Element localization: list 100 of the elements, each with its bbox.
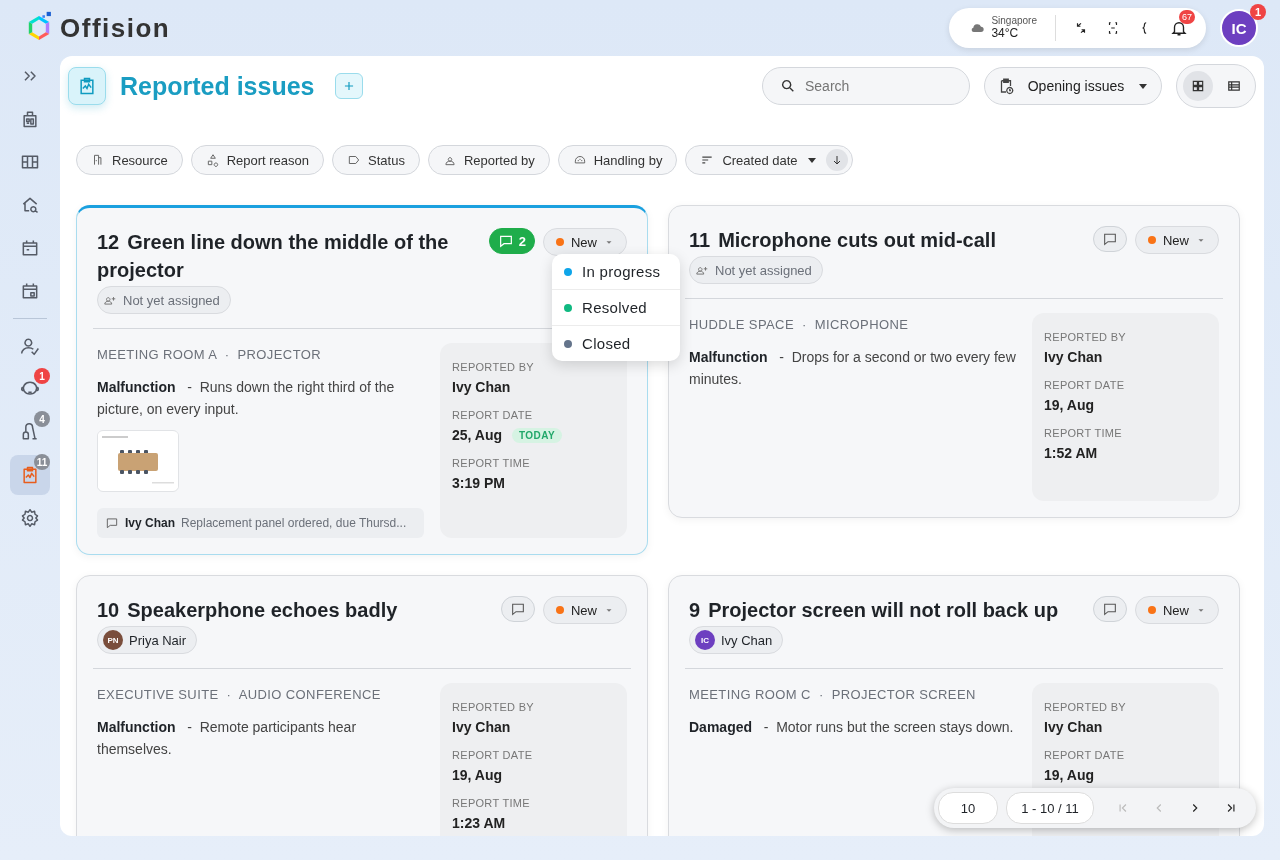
issue-description: Damaged - Motor runs but the screen stays down. xyxy=(689,718,1015,737)
status-dot xyxy=(1148,236,1156,244)
headset-icon xyxy=(572,153,587,167)
filter-chip[interactable]: Report reason xyxy=(190,145,325,175)
info-value: 1:52 AM xyxy=(1044,445,1098,461)
calendar-icon xyxy=(20,238,40,258)
info-label: REPORT DATE xyxy=(1044,749,1125,761)
bell-icon[interactable] xyxy=(1170,19,1188,37)
comment-text: Replacement panel ordered, due Thursd... xyxy=(181,516,407,530)
page-size-field[interactable]: 10 xyxy=(938,792,998,824)
assignee-chip[interactable]: IC Ivy Chan xyxy=(689,626,784,654)
clipboard-chart-icon xyxy=(68,67,106,105)
vacuum-icon xyxy=(20,422,40,442)
status-dropdown[interactable]: New xyxy=(543,596,627,624)
info-label: REPORTED BY xyxy=(452,701,534,713)
board-icon xyxy=(20,152,40,172)
status-dot xyxy=(556,238,564,246)
count-badge: 4 xyxy=(34,411,50,427)
status-dot xyxy=(1148,606,1156,614)
issue-description: Malfunction - Runs down the right third of the picture, on every input. xyxy=(97,378,396,419)
door-icon xyxy=(91,153,105,167)
issue-title: 11 Microphone cuts out mid-call xyxy=(689,228,996,253)
info-label: REPORT DATE xyxy=(452,749,533,761)
info-label: REPORTED BY xyxy=(1044,701,1126,713)
assignee-name: Not yet assigned xyxy=(123,292,220,308)
person-avatar: PN xyxy=(103,630,123,650)
clipboard-chart-icon xyxy=(20,465,40,485)
info-value: 19, Aug xyxy=(1044,767,1095,783)
info-value: Ivy Chan xyxy=(1044,349,1103,365)
info-label: REPORT DATE xyxy=(1044,379,1125,391)
status-label: Resolved xyxy=(582,299,647,316)
comment-icon xyxy=(105,516,119,530)
status-option[interactable]: Closed xyxy=(552,326,680,361)
calendar-day-icon xyxy=(20,281,40,301)
assignee-name: Priya Nair xyxy=(129,632,187,648)
comment-author: Ivy Chan xyxy=(125,516,175,530)
sort-direction-button[interactable] xyxy=(825,149,848,171)
comment-icon xyxy=(1102,601,1118,617)
info-label: REPORTED BY xyxy=(1044,331,1126,343)
info-label: REPORTED BY xyxy=(452,361,534,373)
page-range: 1 - 10 / 11 xyxy=(1006,792,1094,824)
count-badge: 11 xyxy=(34,454,50,470)
shapes-icon xyxy=(205,153,220,167)
issue-description: Malfunction - Remote participants hear themselves. xyxy=(97,718,358,759)
info-label: REPORT TIME xyxy=(1044,427,1122,439)
sort-icon xyxy=(700,153,715,167)
grid-view-button[interactable] xyxy=(1183,71,1213,101)
info-value: 19, Aug xyxy=(1044,397,1095,413)
today-badge: TODAY xyxy=(512,427,562,443)
app-logo: Offision xyxy=(60,12,171,44)
assignee-name: Ivy Chan xyxy=(721,632,773,648)
search-field[interactable]: Search xyxy=(762,67,970,105)
comment-icon xyxy=(1102,231,1118,247)
avatar-badge: 1 xyxy=(1250,4,1266,20)
house-search-icon xyxy=(20,195,40,215)
comment-button[interactable] xyxy=(501,596,535,622)
issue-filter-dropdown[interactable]: Opening issues xyxy=(984,67,1162,105)
assignee-chip[interactable]: Not yet assigned xyxy=(689,256,823,284)
location-label: MEETING ROOM C · PROJECTOR SCREEN xyxy=(689,687,977,702)
info-value: 3:19 PM xyxy=(452,475,505,491)
location-label: HUDDLE SPACE · MICROPHONE xyxy=(689,317,910,332)
info-value: 1:23 AM xyxy=(452,815,506,831)
weather-temperature: 34°C xyxy=(991,26,1019,41)
status-dropdown[interactable]: New xyxy=(1135,596,1219,624)
issue-title: 12 Green line down the middle of the projector xyxy=(97,230,450,283)
filter-chip[interactable]: Handling by xyxy=(557,145,678,175)
person-avatar: IC xyxy=(695,630,715,650)
comment-button[interactable] xyxy=(1093,596,1127,622)
comment-icon xyxy=(497,233,514,249)
issue-title: 9 Projector screen will not roll back up xyxy=(689,598,1059,623)
issue-description: Malfunction - Drops for a second or two every few minutes. xyxy=(689,348,1016,389)
location-label: MEETING ROOM A · PROJECTOR xyxy=(97,347,323,362)
filter-chip[interactable]: Status xyxy=(332,145,420,175)
grid-icon xyxy=(1191,79,1205,93)
status-label: Closed xyxy=(582,335,631,352)
assignee-chip[interactable]: PN Priya Nair xyxy=(97,626,198,654)
info-value: 19, Aug xyxy=(452,767,503,783)
filter-chip[interactable]: Reported by xyxy=(427,145,550,175)
info-label: REPORT TIME xyxy=(452,457,530,469)
filter-chip[interactable]: Resource xyxy=(76,145,183,175)
collapse-icon[interactable] xyxy=(1074,21,1088,35)
sort-label[interactable]: Created date xyxy=(722,152,798,168)
comment-icon xyxy=(510,601,526,617)
scan-icon[interactable] xyxy=(1106,21,1120,35)
info-value: 25, Aug xyxy=(452,427,503,443)
user-check-icon xyxy=(20,336,40,356)
info-value: Ivy Chan xyxy=(452,379,511,395)
settings-icon xyxy=(20,508,40,528)
issue-title: 10 Speakerphone echoes badly xyxy=(97,598,398,623)
status-label: In progress xyxy=(582,263,661,280)
latest-comment[interactable]: Ivy Chan Replacement panel ordered, due Thursd... xyxy=(97,508,424,538)
status-dropdown[interactable]: New xyxy=(543,228,627,256)
count-badge: 1 xyxy=(34,368,50,384)
tag-icon xyxy=(347,153,362,167)
comment-button[interactable] xyxy=(1093,226,1127,252)
sidebar-item[interactable]: 1 xyxy=(10,369,50,409)
notification-badge: 67 xyxy=(1179,10,1195,24)
status-dropdown[interactable]: New xyxy=(1135,226,1219,254)
info-value: Ivy Chan xyxy=(1044,719,1103,735)
assignee-chip[interactable]: Not yet assigned xyxy=(97,286,231,314)
